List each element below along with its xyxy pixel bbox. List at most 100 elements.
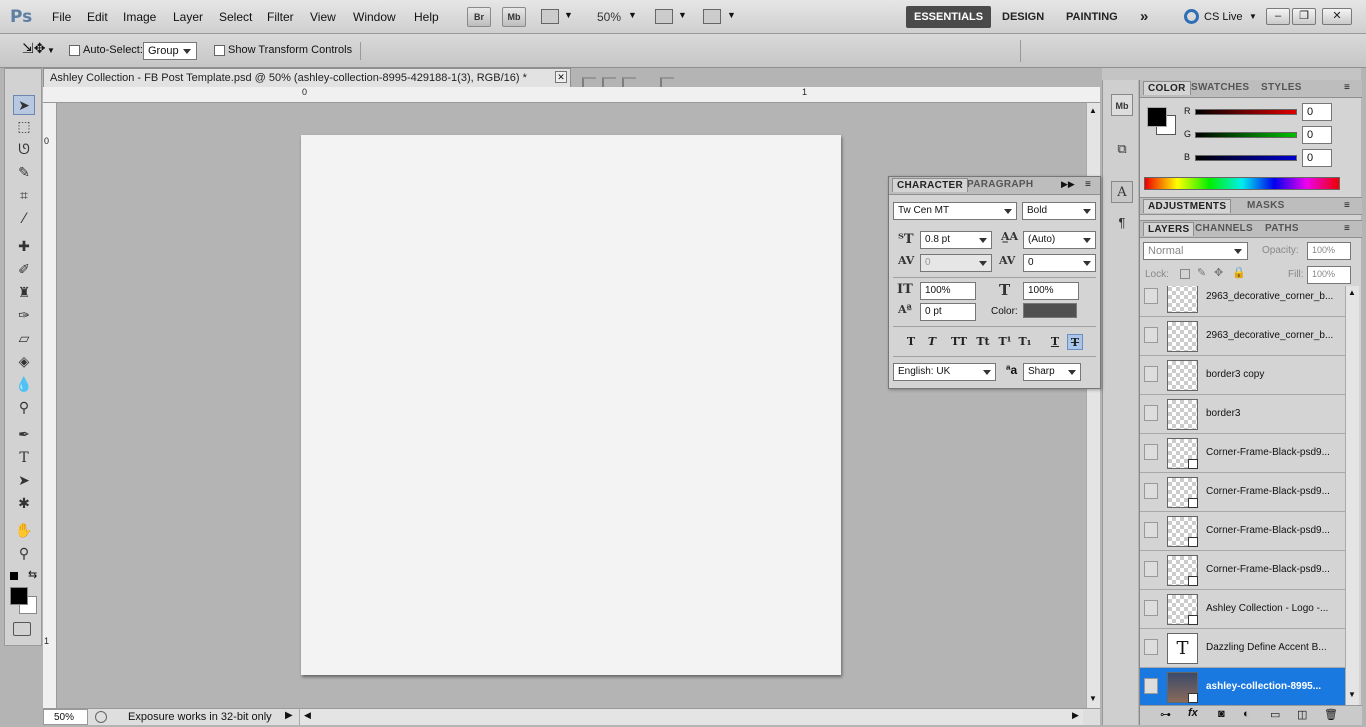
quick-mask-icon[interactable] [13,622,31,636]
underline-button[interactable]: T [1047,334,1063,350]
layers-scrollbar[interactable]: ▲ ▼ [1345,286,1359,706]
layer-row[interactable]: T Dazzling Define Accent B... [1140,629,1345,668]
delete-layer-icon[interactable]: 🗑 [1324,708,1338,721]
menu-file[interactable]: File [52,10,71,24]
lock-position-icon[interactable]: ✥ [1214,266,1223,279]
document-tab[interactable]: Ashley Collection - FB Post Template.psd… [43,68,571,87]
eraser-tool-icon[interactable]: ▱ [13,329,35,349]
swap-colors-icon[interactable]: ⇆ [28,568,37,581]
layer-row[interactable]: 2963_decorative_corner_b... [1140,286,1345,317]
history-brush-tool-icon[interactable]: ✑ [13,306,35,326]
visibility-toggle[interactable] [1144,678,1158,694]
cs-live-icon[interactable] [1184,9,1199,24]
visibility-toggle[interactable] [1144,327,1158,343]
chevron-down-icon[interactable]: ▼ [628,10,637,20]
scroll-up-icon[interactable]: ▲ [1348,288,1356,297]
menu-edit[interactable]: Edit [87,10,108,24]
menu-select[interactable]: Select [219,10,252,24]
lasso-tool-icon[interactable]: ᘎ [13,140,35,160]
opacity-field[interactable]: 100% [1307,242,1351,260]
blur-tool-icon[interactable]: 💧 [13,375,35,395]
document-canvas[interactable] [301,135,841,675]
font-family-dropdown[interactable]: Tw Cen MT [893,202,1017,220]
lock-all-icon[interactable]: 🔒 [1232,266,1246,279]
workspace-design[interactable]: DESIGN [1002,6,1044,28]
anti-aliasing-dropdown[interactable]: Sharp [1023,363,1081,381]
pen-tool-icon[interactable]: ✒ [13,425,35,445]
type-tool-icon[interactable]: T [13,448,35,468]
leading-field[interactable]: (Auto) [1023,231,1096,249]
zoom-level-menu[interactable]: 50% [597,10,621,24]
tab-styles[interactable]: STYLES [1261,82,1302,93]
character-panel-icon[interactable]: A [1111,181,1133,203]
layer-style-icon[interactable]: fx [1188,707,1198,719]
more-workspaces-icon[interactable]: » [1140,6,1148,28]
foreground-color-swatch[interactable] [1147,107,1167,127]
menu-filter[interactable]: Filter [267,10,294,24]
tab-adjustments[interactable]: ADJUSTMENTS [1143,199,1232,213]
panel-menu-icon[interactable]: ≡ [1344,200,1350,211]
chevron-down-icon[interactable]: ▼ [727,10,736,20]
tab-character[interactable]: CHARACTER [892,178,969,192]
hand-tool-icon[interactable]: ✋ [13,521,35,541]
restore-button[interactable]: ❐ [1292,8,1316,25]
all-caps-button[interactable]: TT [951,334,967,350]
menu-layer[interactable]: Layer [173,10,203,24]
tab-swatches[interactable]: SWATCHES [1191,82,1249,93]
visibility-toggle[interactable] [1144,483,1158,499]
workspace-essentials[interactable]: ESSENTIALS [906,6,992,28]
visibility-toggle[interactable] [1144,561,1158,577]
kerning-field[interactable]: 0 [920,254,992,272]
lock-transparent-icon[interactable] [1180,269,1190,279]
menu-view[interactable]: View [310,10,336,24]
tab-paths[interactable]: PATHS [1265,223,1299,234]
text-color-swatch[interactable] [1023,303,1077,318]
chevron-down-icon[interactable]: ▼ [1249,12,1257,21]
move-tool-icon[interactable]: ⇲✥ [22,41,45,57]
clone-stamp-tool-icon[interactable]: ♜ [13,283,35,303]
cs-live-button[interactable]: CS Live [1204,11,1243,23]
layer-row[interactable]: Corner-Frame-Black-psd9... [1140,551,1345,590]
layer-row-selected[interactable]: ashley-collection-8995... [1140,668,1345,706]
layer-row[interactable]: Corner-Frame-Black-psd9... [1140,512,1345,551]
visibility-toggle[interactable] [1144,522,1158,538]
scroll-right-icon[interactable]: ▶ [1072,710,1079,721]
chevron-down-icon[interactable]: ▼ [678,10,687,20]
panel-menu-icon[interactable]: ≡ [1085,179,1091,190]
view-extras-icon[interactable] [541,9,559,24]
tab-layers[interactable]: LAYERS [1143,222,1195,236]
bridge-button[interactable]: Br [467,7,491,27]
baseline-shift-field[interactable]: 0 pt [920,303,976,321]
paint-bucket-tool-icon[interactable]: ◈ [13,352,35,372]
blend-mode-dropdown[interactable]: Normal [1143,242,1248,260]
subscript-button[interactable]: T₁ [1017,334,1033,350]
dodge-tool-icon[interactable]: ⚲ [13,398,35,418]
faux-bold-button[interactable]: T [903,334,919,350]
add-mask-icon[interactable]: ◙ [1218,708,1225,720]
mini-bridge-button[interactable]: Mb [502,7,526,27]
healing-brush-tool-icon[interactable]: ✚ [13,237,35,257]
layer-row[interactable]: Corner-Frame-Black-psd9... [1140,434,1345,473]
layer-row[interactable]: Corner-Frame-Black-psd9... [1140,473,1345,512]
scroll-down-icon[interactable]: ▼ [1348,690,1356,699]
close-button[interactable]: ✕ [1322,8,1352,25]
green-slider[interactable] [1195,132,1297,138]
new-layer-icon[interactable]: ◫ [1297,708,1307,721]
custom-shape-tool-icon[interactable]: ✱ [13,494,35,514]
tab-paragraph[interactable]: PARAGRAPH [967,179,1033,190]
move-tool-icon[interactable]: ➤ [13,95,35,115]
blue-slider[interactable] [1195,155,1297,161]
visibility-toggle[interactable] [1144,366,1158,382]
lock-pixels-icon[interactable]: ✎ [1197,266,1206,279]
red-value[interactable]: 0 [1302,103,1332,121]
superscript-button[interactable]: T¹ [997,334,1013,350]
green-value[interactable]: 0 [1302,126,1332,144]
minimize-button[interactable]: – [1266,8,1290,25]
menu-help[interactable]: Help [414,10,439,24]
link-layers-icon[interactable]: ⊶ [1160,708,1171,721]
layer-row[interactable]: Ashley Collection - Logo -... [1140,590,1345,629]
show-transform-checkbox[interactable] [214,45,225,56]
paragraph-panel-icon[interactable]: ¶ [1111,212,1133,234]
horizontal-scale-field[interactable]: 100% [1023,282,1079,300]
fill-field[interactable]: 100% [1307,266,1351,284]
